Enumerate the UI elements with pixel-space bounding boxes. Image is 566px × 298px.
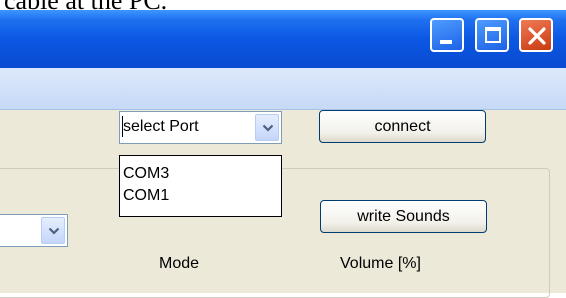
menu-bar: [0, 68, 566, 110]
chevron-down-icon: [262, 124, 274, 132]
minimize-button[interactable]: [430, 18, 464, 52]
port-dropdown-list: COM3 COM1: [119, 155, 282, 217]
maximize-icon: [485, 27, 501, 43]
close-button[interactable]: [519, 18, 553, 52]
port-dropdown-button[interactable]: [255, 114, 279, 141]
close-icon: [528, 27, 546, 45]
chevron-down-icon: [48, 227, 60, 235]
port-option-com3[interactable]: COM3: [120, 163, 281, 185]
port-select[interactable]: select Port: [119, 111, 282, 144]
port-select-value: select Port: [123, 118, 199, 135]
column-header-volume: Volume [%]: [340, 255, 421, 272]
maximize-button[interactable]: [475, 18, 509, 52]
title-bar: [0, 10, 566, 68]
column-header-mode: Mode: [159, 255, 200, 272]
minimize-icon: [440, 40, 452, 44]
connect-button[interactable]: connect: [319, 110, 486, 143]
write-sounds-button[interactable]: write Sounds: [320, 200, 487, 233]
sound-dropdown-button[interactable]: [41, 217, 65, 244]
sound-select[interactable]: [0, 214, 68, 247]
port-option-com1[interactable]: COM1: [120, 185, 281, 207]
